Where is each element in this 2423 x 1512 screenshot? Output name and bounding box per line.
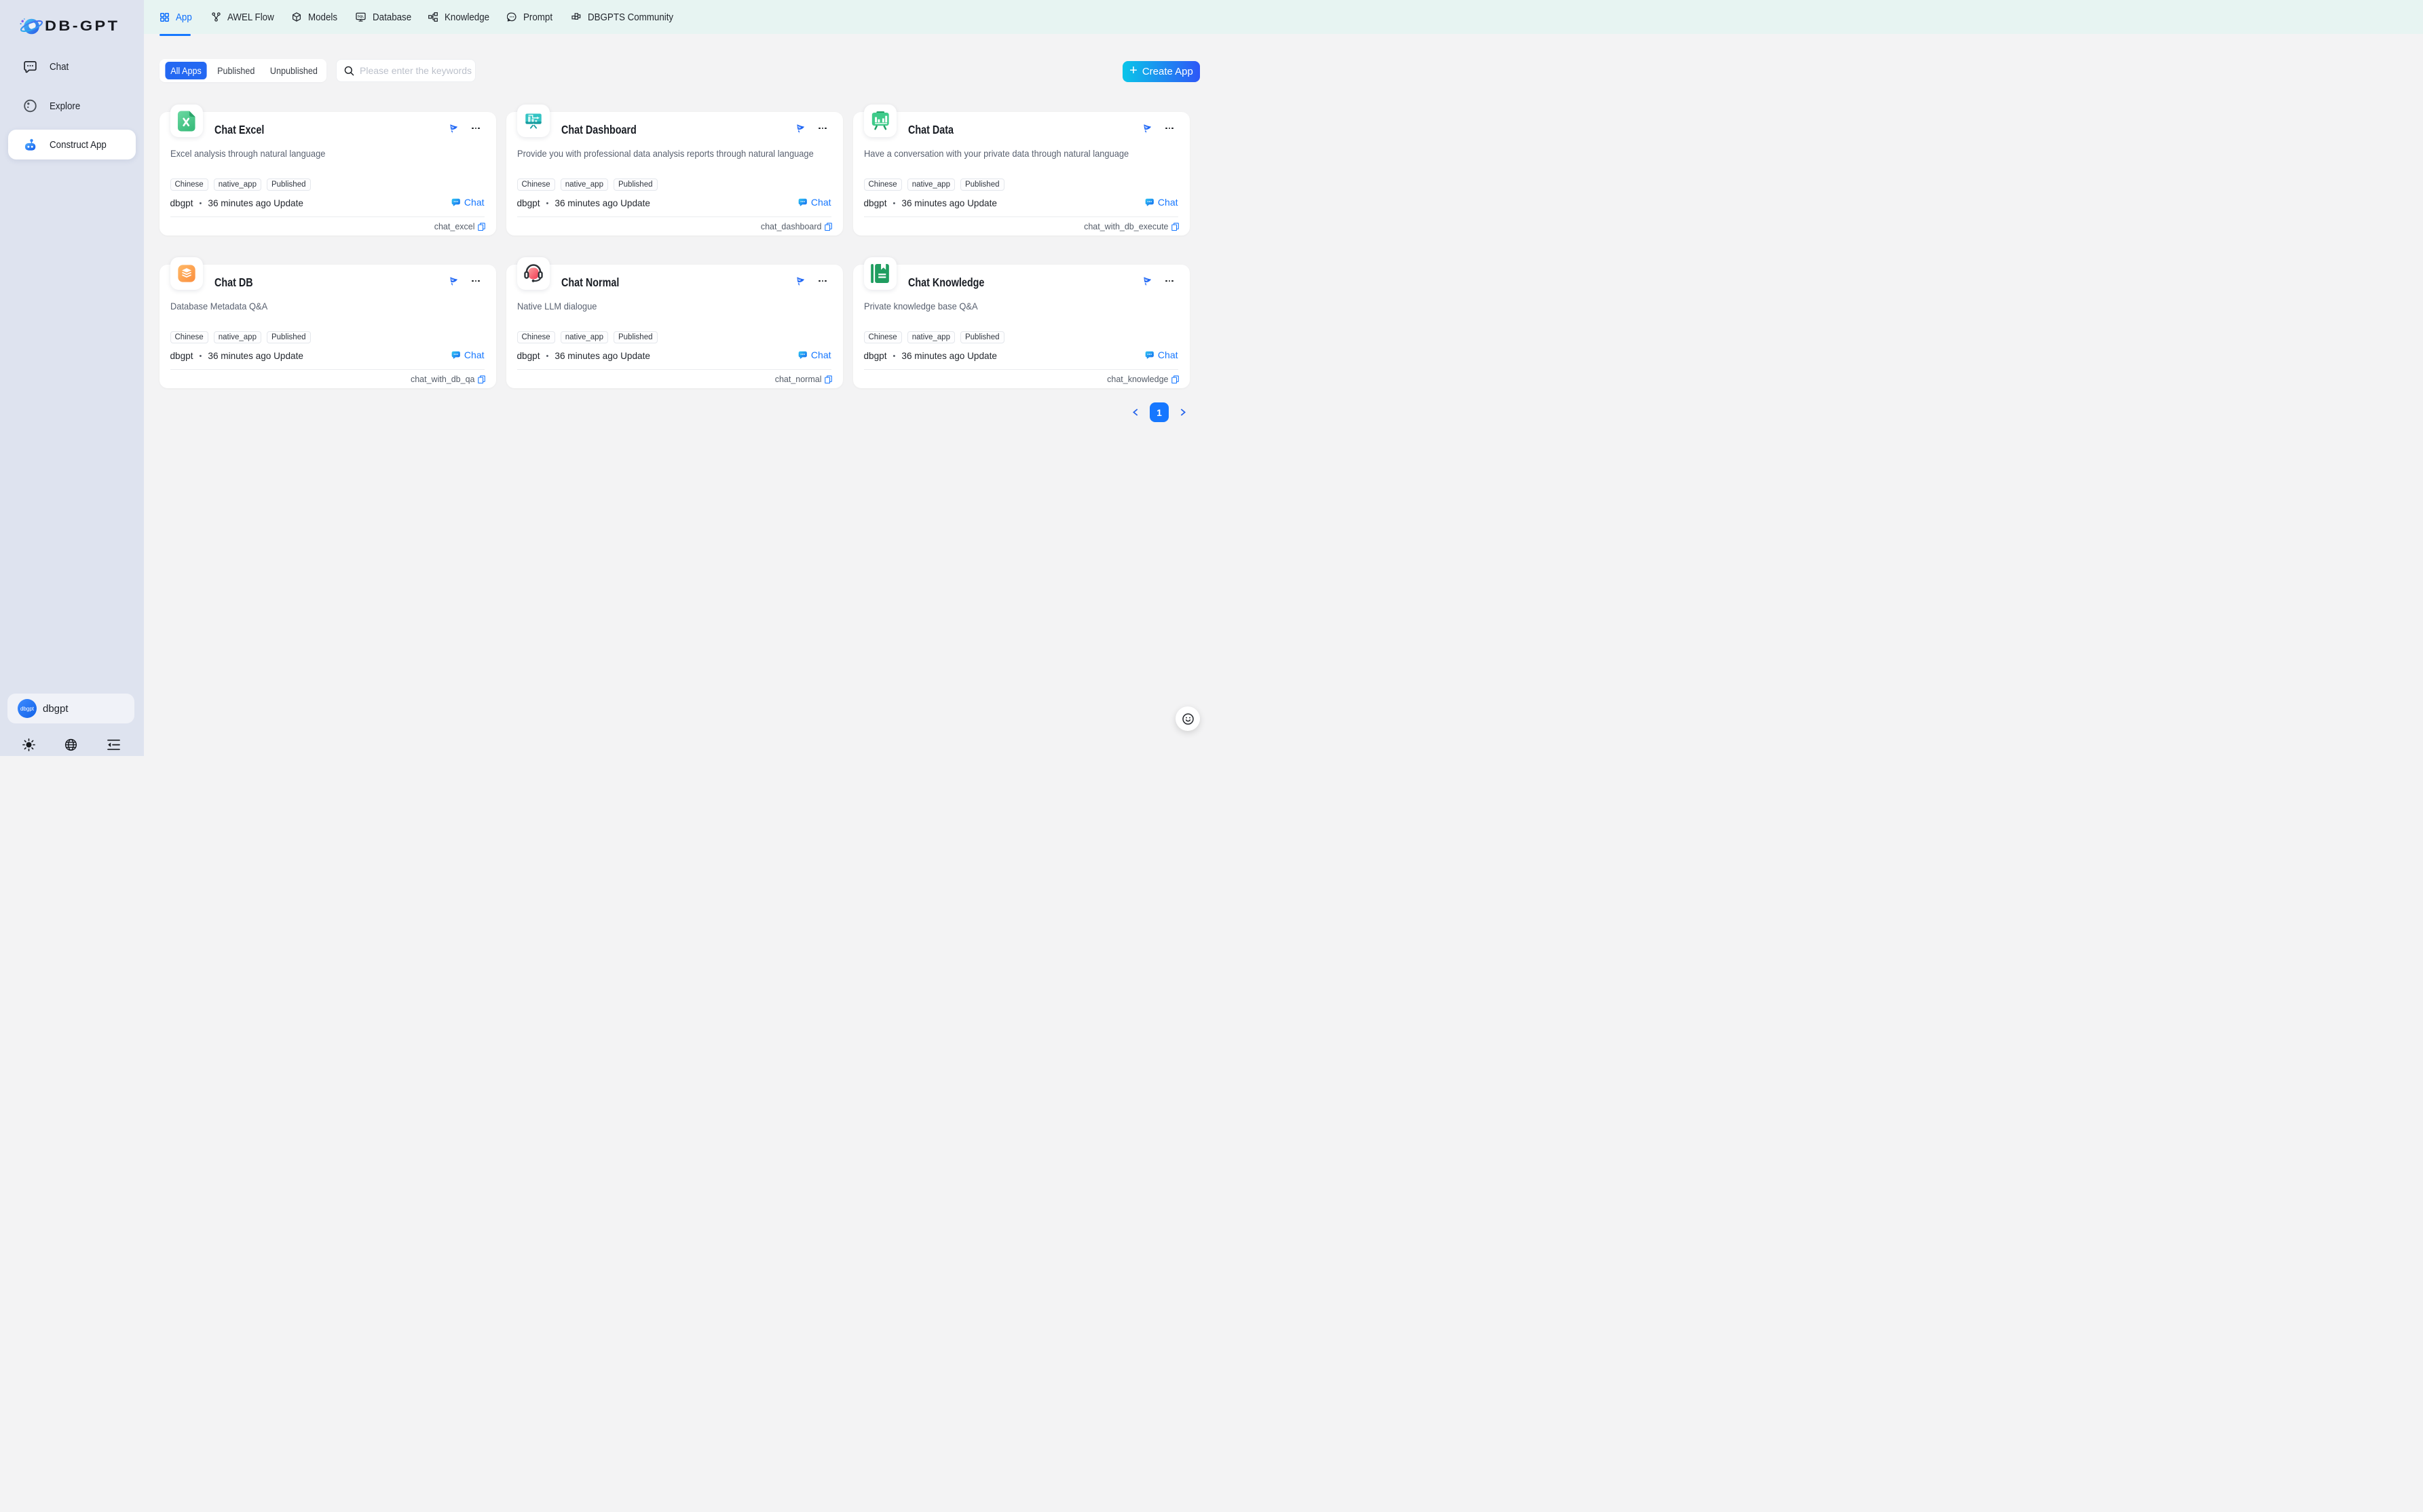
svg-text:SQL: SQL — [358, 15, 364, 18]
